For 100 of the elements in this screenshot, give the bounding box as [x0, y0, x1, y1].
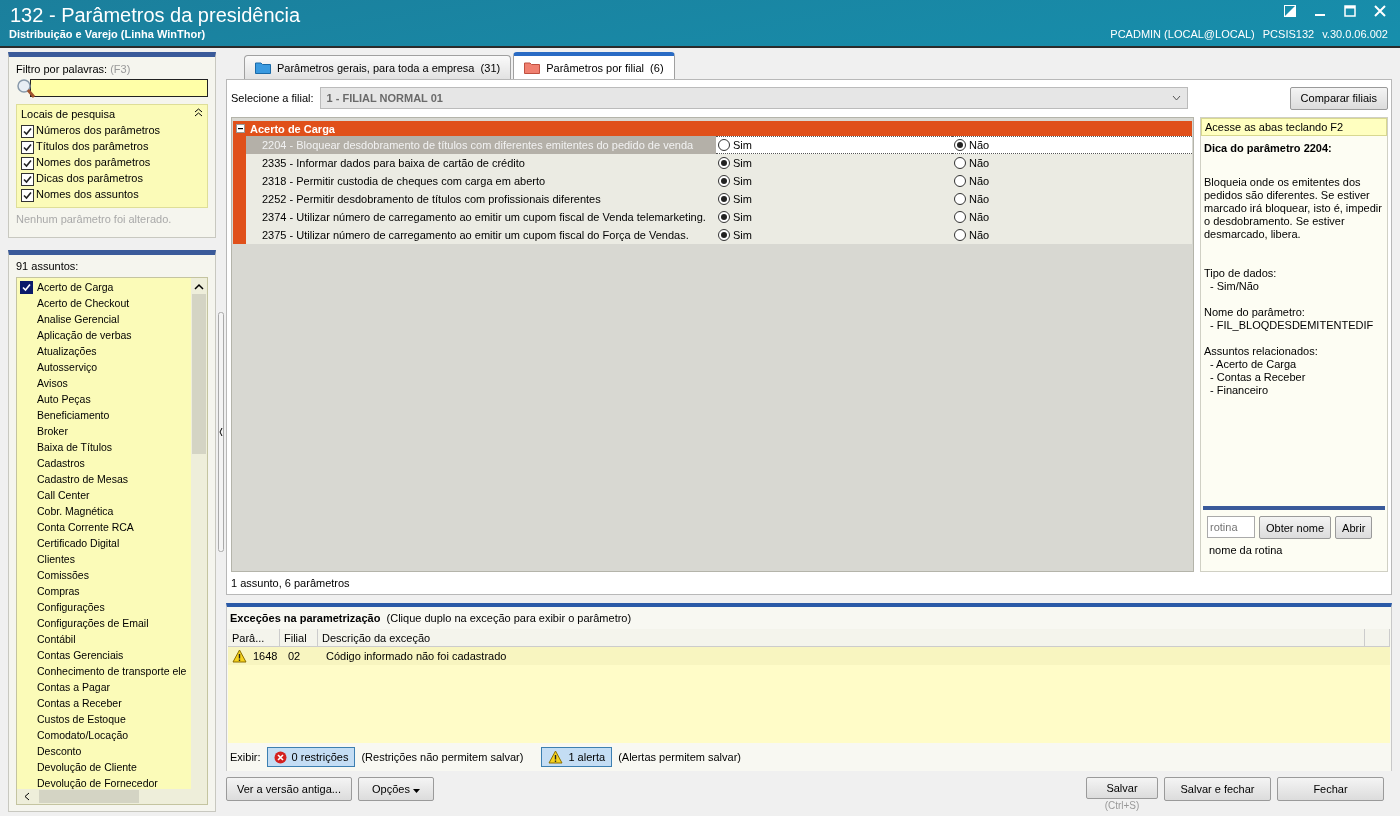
radio-button[interactable] — [954, 211, 966, 223]
tab[interactable]: Parâmetros por filial (6) — [513, 52, 675, 79]
hint-heading: Assuntos relacionados: — [1204, 345, 1319, 358]
parameter-label[interactable]: 2252 - Permitir desdobramento de títulos com profissionais diferentes — [246, 193, 716, 205]
subject-item[interactable]: Devolução de Fornecedor — [37, 775, 158, 791]
subject-item[interactable]: Desconto — [37, 743, 82, 759]
subject-item[interactable]: Baixa de Títulos — [37, 439, 113, 455]
subject-item[interactable]: Configurações — [37, 599, 105, 615]
radio-button[interactable] — [954, 229, 966, 241]
radio-button[interactable] — [954, 139, 966, 151]
column-header[interactable]: Descrição da exceção — [318, 629, 1365, 646]
footer-button[interactable]: Fechar — [1277, 777, 1384, 801]
hint-item: - FIL_BLOQDESDEMITENTEDIF — [1209, 319, 1375, 332]
checkbox[interactable] — [21, 189, 34, 202]
radio-button[interactable] — [718, 229, 730, 241]
routine-label: PCSIS132 — [1262, 28, 1315, 40]
subject-item[interactable]: Custos de Estoque — [37, 711, 126, 727]
footer-button[interactable]: Opções — [357, 777, 434, 801]
folder-icon — [524, 61, 541, 74]
splitter-handle[interactable] — [218, 312, 224, 552]
column-header[interactable]: Parâ... — [228, 629, 280, 646]
option-label: Nomes dos parâmetros — [36, 156, 151, 168]
checkbox[interactable] — [21, 173, 34, 186]
tab[interactable]: Parâmetros gerais, para toda a empresa (31) — [244, 55, 512, 79]
filter-toggle[interactable]: 1 alerta — [541, 747, 613, 767]
close-icon[interactable] — [1374, 5, 1386, 17]
subject-item[interactable]: Clientes — [37, 551, 75, 567]
subject-item[interactable]: Avisos — [37, 375, 68, 391]
parameter-label[interactable]: 2335 - Informar dados para baixa de cartão de crédito — [246, 157, 716, 169]
branch-dropdown[interactable]: 1 - FILIAL NORMAL 01 — [319, 87, 1188, 109]
checkbox[interactable] — [21, 125, 34, 138]
window-title: 132 - Parâmetros da presidência — [10, 4, 301, 27]
subject-item[interactable]: Beneficiamento — [37, 407, 110, 423]
subject-item[interactable]: Cadastro de Mesas — [37, 471, 129, 487]
subject-item[interactable]: Broker — [37, 423, 68, 439]
open-button[interactable]: Abrir — [1335, 516, 1373, 539]
radio-button[interactable] — [718, 211, 730, 223]
parameter-label[interactable]: 2375 - Utilizar número de carregamento ao emitir um cupom fiscal do Força de Vendas. — [246, 229, 716, 241]
table-cell-text: Código informado não foi cadastrado — [325, 650, 507, 662]
option-label: Não — [969, 175, 990, 187]
radio-button[interactable] — [718, 157, 730, 169]
option-label: Sim — [733, 157, 752, 169]
subject-item[interactable]: Contas Gerenciais — [37, 647, 124, 663]
hint-heading: Nome do parâmetro: — [1204, 306, 1306, 319]
subject-item[interactable]: Cadastros — [37, 455, 85, 471]
checkbox[interactable] — [20, 280, 33, 294]
column-header[interactable]: Filial — [280, 629, 318, 646]
subject-item[interactable]: Conhecimento de transporte ele — [37, 663, 187, 679]
subject-item[interactable]: Compras — [37, 583, 80, 599]
compare-button[interactable]: Comparar filiais — [1289, 86, 1388, 110]
collapse-icon[interactable] — [236, 124, 245, 133]
subject-item[interactable]: Auto Peças — [37, 391, 91, 407]
option-label: Não — [969, 229, 990, 241]
radio-button[interactable] — [718, 193, 730, 205]
subject-item[interactable]: Call Center — [37, 487, 90, 503]
subject-item[interactable]: Certificado Digital — [37, 535, 120, 551]
routine-name-text: nome da rotina — [1208, 544, 1284, 556]
filter-field[interactable] — [30, 79, 208, 97]
radio-button[interactable] — [718, 139, 730, 151]
option-label: Nomes dos assuntos — [36, 188, 139, 200]
subject-item[interactable]: Cobr. Magnética — [37, 503, 114, 519]
radio-button[interactable] — [954, 193, 966, 205]
section-title: Exceções na parametrização — [230, 612, 381, 624]
subject-item[interactable]: Acerto de Checkout — [37, 295, 130, 311]
subject-item[interactable]: Configurações de Email — [37, 615, 149, 631]
maximize-icon[interactable] — [1344, 5, 1356, 17]
filter-toggle[interactable]: 0 restrições — [266, 747, 356, 767]
subject-item[interactable]: Devolução de Cliente — [37, 759, 137, 775]
subject-item[interactable]: Acerto de Carga — [37, 279, 114, 295]
checkbox[interactable] — [21, 157, 34, 170]
caret-icon — [412, 789, 420, 793]
parameter-label[interactable]: 2374 - Utilizar número de carregamento ao emitir um cupom fiscal de Venda telemarketing. — [246, 211, 716, 223]
subject-item[interactable]: Conta Corrente RCA — [37, 519, 134, 535]
option-label: Sim — [733, 139, 752, 151]
subject-item[interactable]: Analise Gerencial — [37, 311, 120, 327]
subject-item[interactable]: Comissões — [37, 567, 89, 583]
subject-item[interactable]: Atualizações — [37, 343, 97, 359]
radio-button[interactable] — [954, 175, 966, 187]
restore-icon[interactable] — [1284, 5, 1296, 17]
get-name-button[interactable]: Obter nome — [1259, 516, 1332, 539]
error-icon — [273, 750, 287, 764]
option-label: Números dos parâmetros — [36, 124, 161, 136]
subject-item[interactable]: Comodato/Locação — [37, 727, 129, 743]
footer-button[interactable]: Salvar e fechar — [1164, 777, 1271, 801]
radio-button[interactable] — [718, 175, 730, 187]
subject-item[interactable]: Contas a Pagar — [37, 679, 110, 695]
subject-item[interactable]: Contábil — [37, 631, 76, 647]
hint-heading: Tipo de dados: — [1204, 267, 1278, 280]
collapse-icon[interactable] — [194, 108, 203, 117]
routine-field[interactable]: rotina — [1207, 516, 1255, 538]
hint-item: - Acerto de Carga — [1209, 358, 1298, 371]
footer-button[interactable]: Ver a versão antiga... — [226, 777, 352, 801]
subject-item[interactable]: Contas a Receber — [37, 695, 122, 711]
radio-button[interactable] — [954, 157, 966, 169]
table-cell-text: 1648 — [252, 650, 278, 662]
checkbox[interactable] — [21, 141, 34, 154]
parameter-label[interactable]: 2318 - Permitir custodia de cheques com carga em aberto — [246, 175, 716, 187]
footer-button[interactable]: Salvar — [1086, 777, 1158, 799]
subject-item[interactable]: Aplicação de verbas — [37, 327, 132, 343]
subject-item[interactable]: Autosserviço — [37, 359, 98, 375]
